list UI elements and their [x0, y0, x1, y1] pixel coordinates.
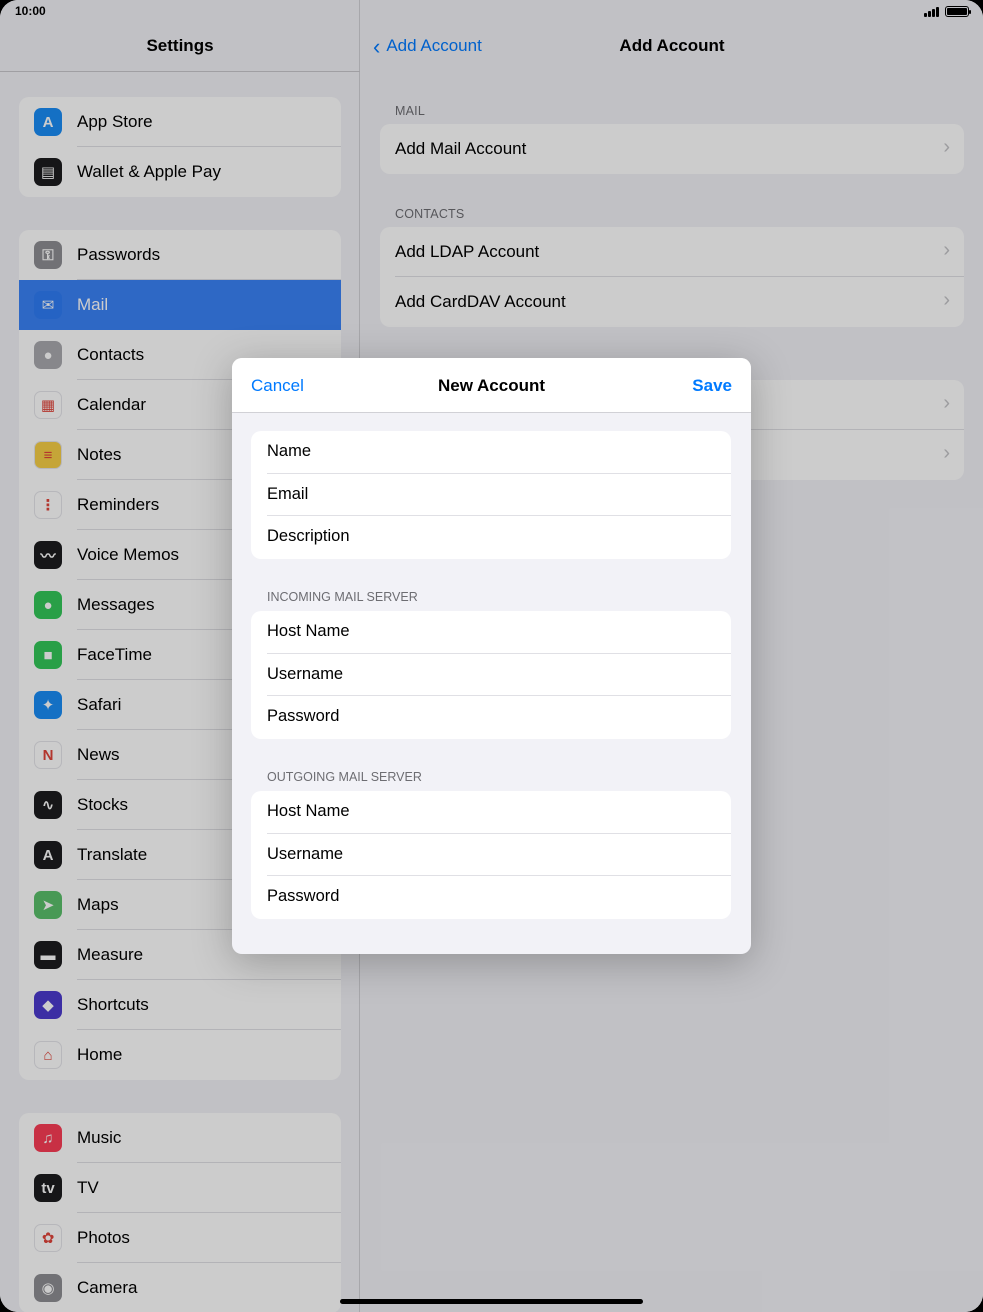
- description-field[interactable]: Description: [251, 516, 731, 559]
- new-account-modal: Cancel New Account Save Name Email Descr…: [232, 358, 751, 954]
- field-label: Host Name: [267, 802, 350, 820]
- outgoing-server-group: Host Name Username Password: [251, 791, 731, 919]
- incoming-password-field[interactable]: Password: [251, 696, 731, 739]
- home-indicator[interactable]: [340, 1299, 643, 1304]
- ipad-screen: 10:00 Settings A App Store ▤ Wallet & Apple…: [0, 0, 983, 1312]
- field-label: Name: [267, 442, 312, 460]
- field-label: Username: [267, 844, 344, 863]
- account-fields-group: Name Email Description: [251, 431, 731, 559]
- outgoing-server-header: OUTGOING MAIL SERVER: [267, 770, 422, 784]
- save-button[interactable]: Save: [692, 376, 732, 396]
- incoming-server-header: INCOMING MAIL SERVER: [267, 590, 418, 604]
- field-label: Email: [267, 484, 309, 503]
- field-label: Host Name: [267, 622, 350, 640]
- outgoing-password-field[interactable]: Password: [251, 876, 731, 919]
- name-field[interactable]: Name: [251, 431, 731, 474]
- outgoing-username-field[interactable]: Username: [251, 834, 731, 876]
- incoming-username-field[interactable]: Username: [251, 654, 731, 696]
- outgoing-host-name-field[interactable]: Host Name: [251, 791, 731, 834]
- field-label: Password: [267, 887, 340, 905]
- modal-header: Cancel New Account Save: [232, 358, 751, 413]
- field-label: Password: [267, 707, 340, 725]
- field-label: Username: [267, 664, 344, 683]
- incoming-server-group: Host Name Username Password: [251, 611, 731, 739]
- incoming-host-name-field[interactable]: Host Name: [251, 611, 731, 654]
- field-label: Description: [267, 527, 350, 545]
- email-field[interactable]: Email: [251, 474, 731, 516]
- modal-title: New Account: [437, 376, 546, 395]
